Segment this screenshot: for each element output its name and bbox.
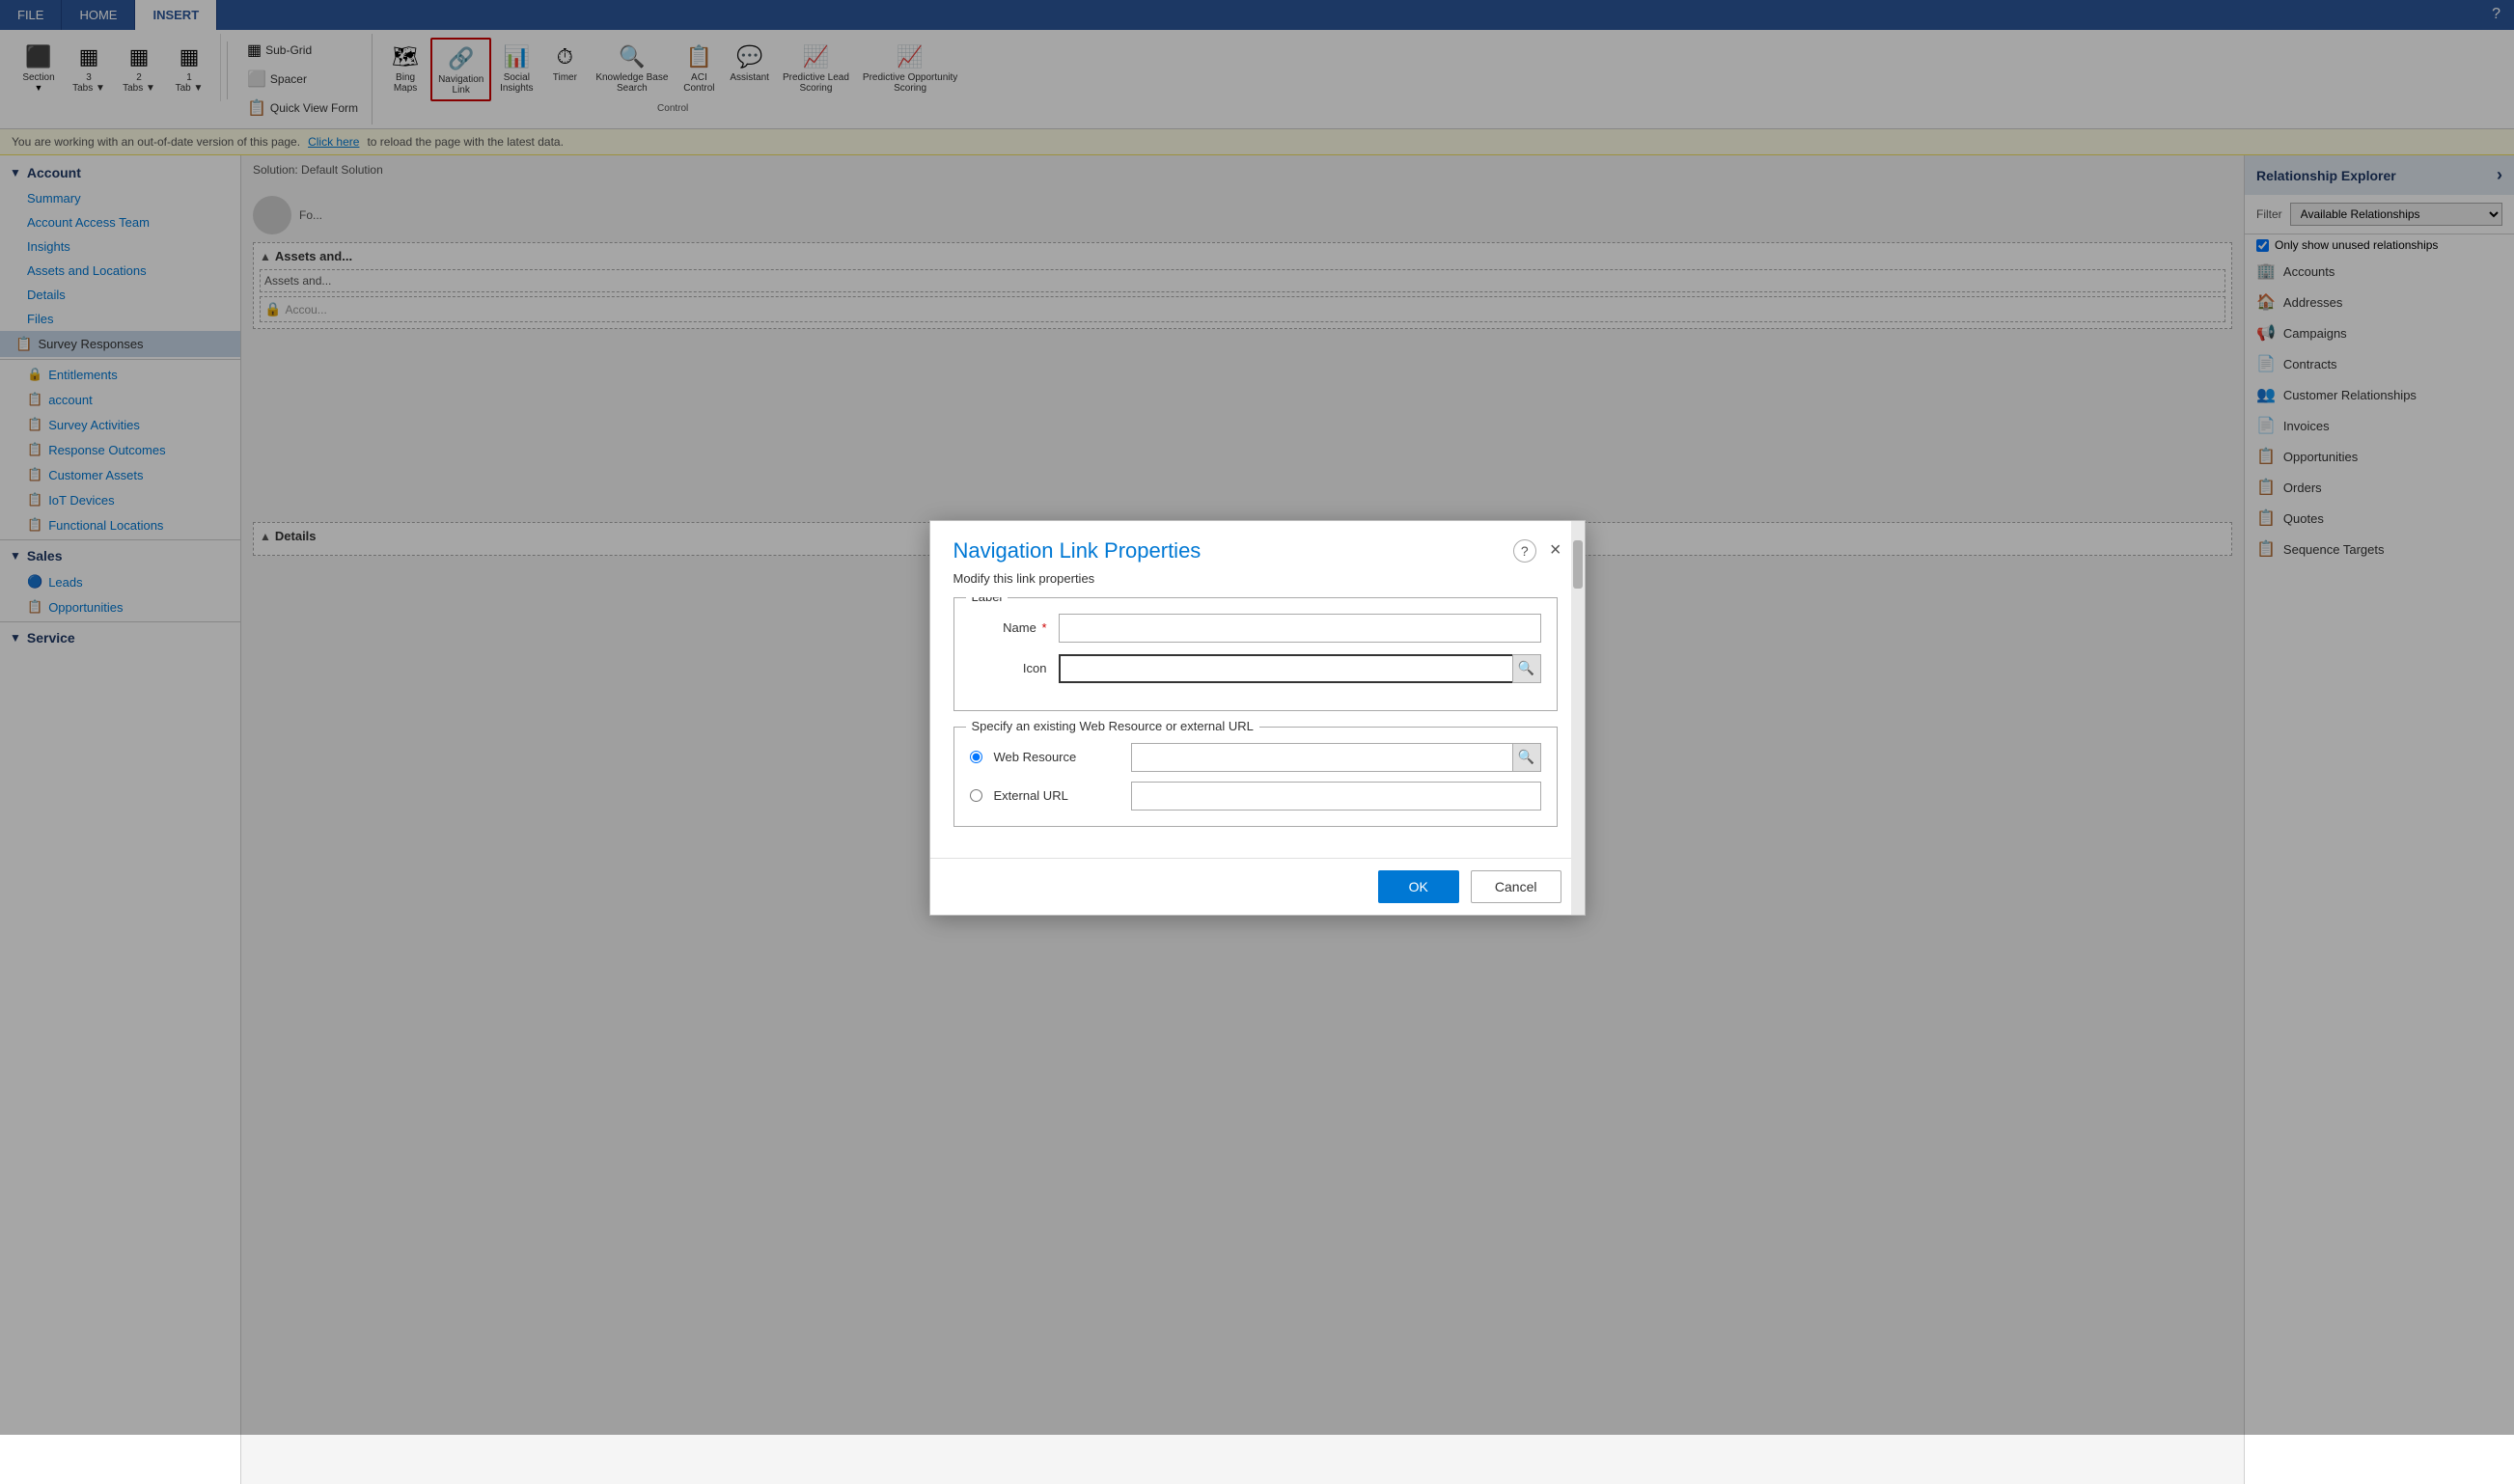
modal-title: Navigation Link Properties — [953, 538, 1202, 563]
modal-scroll-thumb — [1573, 540, 1583, 589]
modal-body: Label Name * Icon 🔍 — [930, 597, 1585, 858]
icon-browse-btn[interactable]: 🔍 — [1512, 654, 1541, 683]
external-url-label: External URL — [994, 788, 1119, 803]
modal-header-actions: ? × — [1513, 539, 1561, 563]
web-resource-input-group: 🔍 — [1131, 743, 1541, 772]
web-resource-radio[interactable] — [970, 751, 982, 763]
web-resource-input[interactable] — [1131, 743, 1512, 772]
modal-subtitle: Modify this link properties — [930, 571, 1585, 597]
url-radio-group: Web Resource 🔍 External URL — [970, 743, 1541, 811]
modal-close-button[interactable]: × — [1550, 539, 1561, 562]
modal-label-section: Label Name * Icon 🔍 — [953, 597, 1558, 711]
external-url-input[interactable] — [1131, 782, 1541, 811]
icon-input-group: 🔍 — [1059, 654, 1541, 683]
ok-button[interactable]: OK — [1378, 870, 1459, 903]
web-resource-label: Web Resource — [994, 750, 1119, 764]
web-resource-browse-icon: 🔍 — [1518, 749, 1534, 765]
icon-input[interactable] — [1059, 654, 1512, 683]
name-row: Name * — [970, 614, 1541, 643]
icon-label: Icon — [970, 661, 1047, 675]
label-section-legend: Label — [966, 597, 1008, 604]
name-input[interactable] — [1059, 614, 1541, 643]
modal-scrollbar[interactable] — [1571, 521, 1585, 915]
url-section-legend: Specify an existing Web Resource or exte… — [966, 719, 1259, 733]
name-label: Name * — [970, 620, 1047, 635]
cancel-button[interactable]: Cancel — [1471, 870, 1561, 903]
web-resource-browse-btn[interactable]: 🔍 — [1512, 743, 1541, 772]
modal-header: Navigation Link Properties ? × — [930, 521, 1585, 571]
external-url-radio[interactable] — [970, 789, 982, 802]
modal-footer: OK Cancel — [930, 858, 1585, 915]
external-url-row: External URL — [970, 782, 1541, 811]
modal: Navigation Link Properties ? × Modify th… — [929, 520, 1586, 916]
icon-browse-icon: 🔍 — [1518, 660, 1534, 676]
modal-url-section: Specify an existing Web Resource or exte… — [953, 727, 1558, 827]
modal-help-button[interactable]: ? — [1513, 539, 1536, 563]
web-resource-row: Web Resource 🔍 — [970, 743, 1541, 772]
modal-overlay[interactable]: Navigation Link Properties ? × Modify th… — [0, 0, 2514, 1435]
icon-row: Icon 🔍 — [970, 654, 1541, 683]
name-required-star: * — [1041, 620, 1046, 635]
